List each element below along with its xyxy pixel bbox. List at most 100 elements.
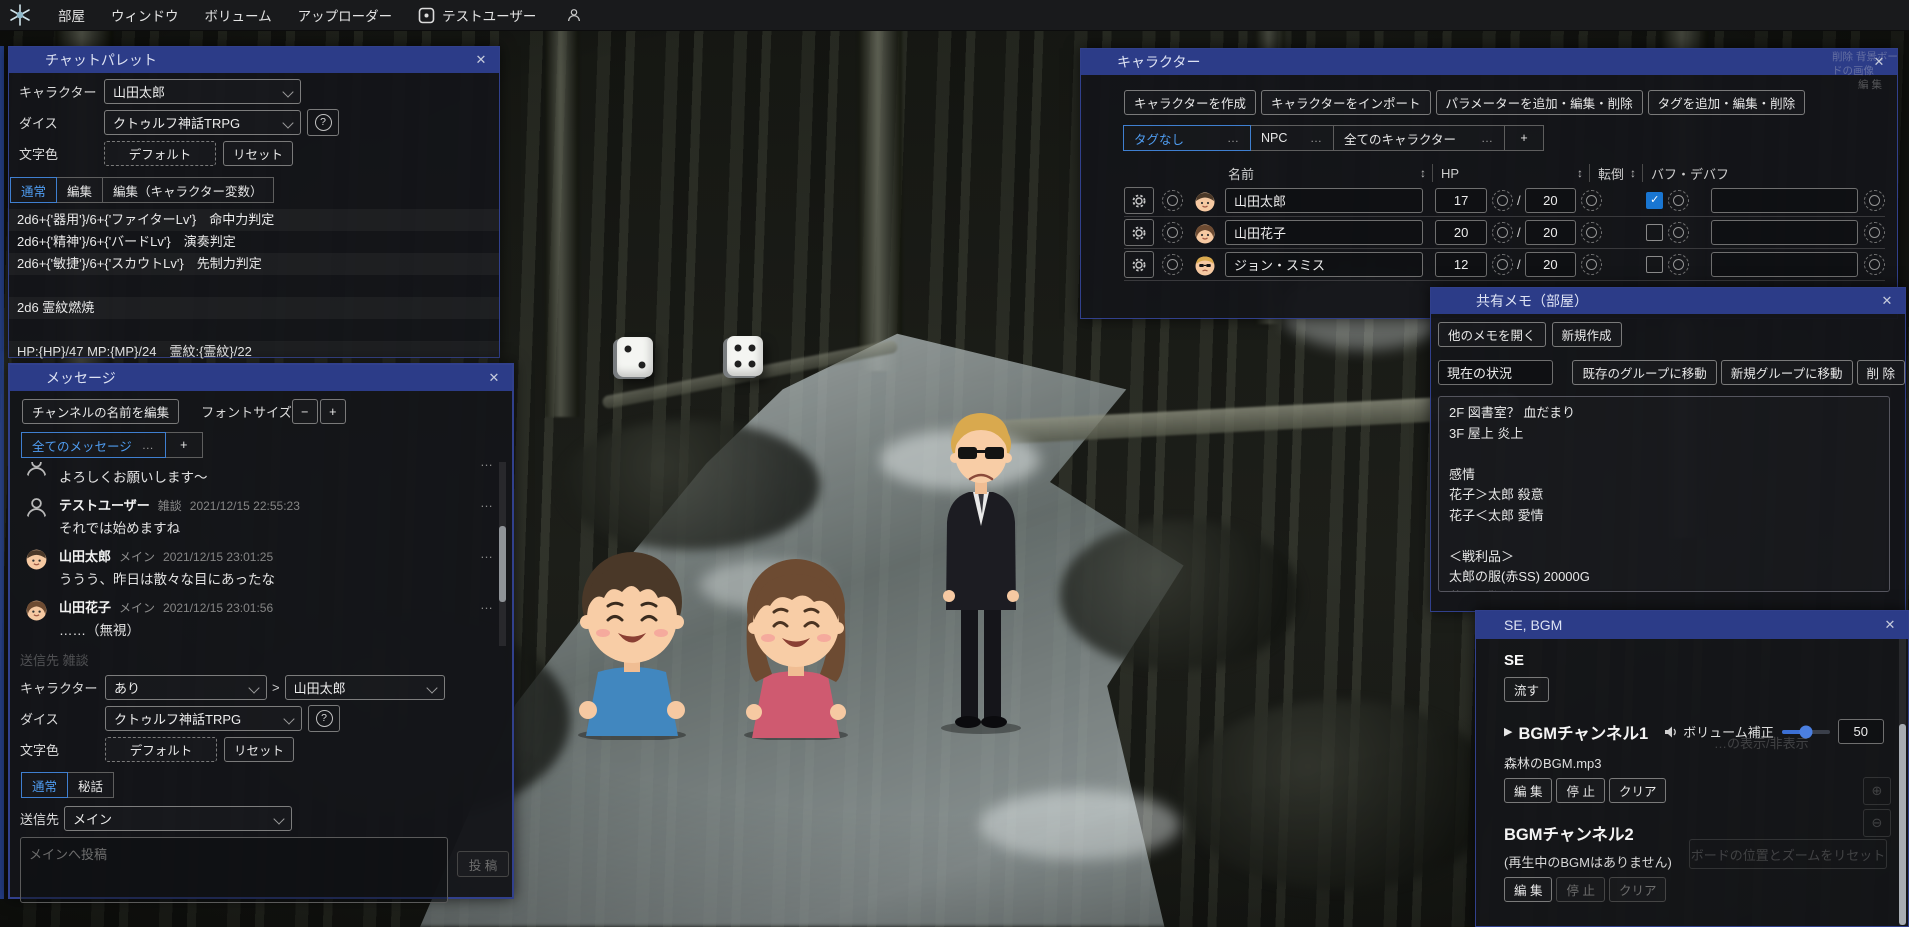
close-icon[interactable] bbox=[486, 370, 502, 386]
move-to-existing-group-button[interactable]: 既存のグループに移動 bbox=[1572, 360, 1716, 385]
buff-field[interactable] bbox=[1711, 188, 1858, 213]
se-play-button[interactable]: 流す bbox=[1504, 677, 1549, 702]
visibility-icon[interactable] bbox=[1581, 254, 1602, 275]
dice-token[interactable] bbox=[727, 336, 763, 376]
add-tab-button[interactable]: + bbox=[1504, 125, 1544, 151]
memo-body[interactable]: 2F 図書室？ 血だまり 3F 屋上 炎上 感情 花子＞太郎 殺意 花子＜太郎 … bbox=[1438, 396, 1890, 592]
ghost-board-reset-button[interactable]: ボードの位置とズームをリセット bbox=[1689, 839, 1887, 869]
import-character-button[interactable]: キャラクターをインポート bbox=[1261, 90, 1431, 115]
tab-menu-icon[interactable]: … bbox=[142, 438, 155, 452]
token-girl[interactable] bbox=[718, 548, 874, 740]
visibility-icon[interactable] bbox=[1581, 190, 1602, 211]
menu-room[interactable]: 部屋 bbox=[58, 5, 85, 25]
volume-value-field[interactable]: 50 bbox=[1838, 719, 1884, 744]
message-menu-icon[interactable]: … bbox=[480, 597, 494, 639]
audio-header[interactable]: SE, BGM bbox=[1476, 611, 1908, 639]
create-character-button[interactable]: キャラクターを作成 bbox=[1124, 90, 1256, 115]
move-to-new-group-button[interactable]: 新規グループに移動 bbox=[1721, 360, 1853, 385]
font-size-decrease-button[interactable]: − bbox=[292, 399, 318, 424]
user-icon[interactable] bbox=[566, 7, 582, 23]
visibility-icon[interactable] bbox=[1492, 190, 1513, 211]
edit-channel-name-button[interactable]: チャンネルの名前を編集 bbox=[22, 399, 179, 424]
visibility-icon[interactable] bbox=[1668, 190, 1689, 211]
menu-user[interactable]: テストユーザー bbox=[442, 5, 536, 25]
palette-line[interactable] bbox=[9, 319, 499, 341]
new-memo-button[interactable]: 新規作成 bbox=[1552, 322, 1622, 347]
menu-uploader[interactable]: アップローダー bbox=[298, 5, 393, 25]
column-name[interactable]: 名前 bbox=[1228, 164, 1414, 183]
buff-field[interactable] bbox=[1711, 220, 1858, 245]
visibility-icon[interactable] bbox=[1864, 190, 1885, 211]
bgm1-edit-button[interactable]: 編 集 bbox=[1504, 778, 1552, 803]
sort-icon[interactable] bbox=[1630, 166, 1636, 180]
settings-button[interactable] bbox=[1124, 219, 1154, 246]
default-color-button[interactable]: デフォルト bbox=[104, 141, 216, 166]
column-fallen[interactable]: 転倒 bbox=[1598, 164, 1624, 183]
add-tab-button[interactable]: + bbox=[165, 432, 203, 458]
close-icon[interactable] bbox=[473, 52, 489, 68]
visibility-icon[interactable] bbox=[1668, 254, 1689, 275]
message-menu-icon[interactable]: … bbox=[480, 462, 494, 486]
visibility-icon[interactable] bbox=[1492, 254, 1513, 275]
post-button[interactable]: 投 稿 bbox=[457, 851, 509, 877]
bgm2-stop-button[interactable]: 停 止 bbox=[1556, 877, 1604, 902]
token-boy[interactable] bbox=[552, 540, 712, 740]
tab-npc[interactable]: NPC… bbox=[1250, 125, 1334, 151]
fallen-checkbox[interactable] bbox=[1646, 256, 1663, 273]
bgm2-edit-button[interactable]: 編 集 bbox=[1504, 877, 1552, 902]
palette-line[interactable]: 2d6 霊紋燃焼 bbox=[9, 297, 499, 319]
expand-triangle-icon[interactable]: ▶ bbox=[1504, 725, 1512, 738]
ghost-zoom-in-button[interactable]: ⊕ bbox=[1863, 777, 1891, 805]
palette-line[interactable]: HP:{HP}/47 MP:{MP}/24 霊紋:{霊紋}/22 bbox=[9, 341, 499, 363]
chat-palette-header[interactable]: チャットパレット bbox=[9, 47, 499, 73]
font-size-increase-button[interactable]: + bbox=[320, 399, 346, 424]
palette-line[interactable]: 2d6+{'精神'}/6+{'バードLv'} 演奏判定 bbox=[9, 231, 499, 253]
palette-line[interactable]: 2d6+{'敏捷'}/6+{'スカウトLv'} 先制力判定 bbox=[9, 253, 499, 275]
tab-edit[interactable]: 編集 bbox=[56, 177, 103, 203]
name-field[interactable]: 山田太郎 bbox=[1225, 188, 1423, 213]
hp-current-field[interactable]: 17 bbox=[1435, 188, 1487, 213]
message-list[interactable]: よろしくお願いします～ … テストユーザー雑談2021/12/15 22:55:… bbox=[10, 462, 512, 646]
character-presence-select[interactable]: あり bbox=[105, 675, 267, 700]
chat-input[interactable] bbox=[20, 837, 448, 903]
dice-token[interactable] bbox=[617, 337, 653, 377]
tab-secret[interactable]: 秘話 bbox=[67, 772, 114, 798]
visibility-icon[interactable] bbox=[1162, 190, 1183, 211]
visibility-icon[interactable] bbox=[1162, 222, 1183, 243]
fallen-checkbox[interactable] bbox=[1646, 224, 1663, 241]
buff-field[interactable] bbox=[1711, 252, 1858, 277]
column-buff[interactable]: バフ・デバフ bbox=[1651, 164, 1729, 183]
fallen-checkbox[interactable] bbox=[1646, 192, 1663, 209]
tab-edit-variables[interactable]: 編集（キャラクター変数） bbox=[102, 177, 274, 203]
characters-header[interactable]: キャラクター bbox=[1081, 49, 1897, 75]
settings-button[interactable] bbox=[1124, 251, 1154, 278]
message-scrollbar[interactable] bbox=[499, 462, 506, 646]
visibility-icon[interactable] bbox=[1581, 222, 1602, 243]
message-menu-icon[interactable]: … bbox=[480, 546, 494, 588]
tab-menu-icon[interactable]: … bbox=[1227, 131, 1240, 145]
tab-menu-icon[interactable]: … bbox=[1310, 131, 1323, 145]
close-icon[interactable] bbox=[1879, 293, 1895, 309]
settings-button[interactable] bbox=[1124, 187, 1154, 214]
bgm1-stop-button[interactable]: 停 止 bbox=[1556, 778, 1604, 803]
token-man-in-suit[interactable] bbox=[925, 400, 1037, 736]
hp-current-field[interactable]: 12 bbox=[1435, 252, 1487, 277]
hp-max-field[interactable]: 20 bbox=[1525, 220, 1577, 245]
hp-current-field[interactable]: 20 bbox=[1435, 220, 1487, 245]
palette-line[interactable]: 2d6+{'器用'}/6+{'ファイターLv'} 命中力判定 bbox=[9, 209, 499, 231]
visibility-icon[interactable] bbox=[1492, 222, 1513, 243]
menu-window[interactable]: ウィンドウ bbox=[111, 5, 179, 25]
tab-menu-icon[interactable]: … bbox=[1481, 131, 1494, 145]
edit-parameters-button[interactable]: パラメーターを追加・編集・削除 bbox=[1436, 90, 1643, 115]
sort-icon[interactable] bbox=[1577, 166, 1583, 180]
audio-scrollbar[interactable] bbox=[1899, 639, 1906, 925]
dice-help-button[interactable]: ? bbox=[308, 705, 340, 732]
default-color-button[interactable]: デフォルト bbox=[105, 737, 217, 762]
reset-color-button[interactable]: リセット bbox=[223, 141, 293, 166]
memo-name-field[interactable]: 現在の状況 bbox=[1438, 360, 1553, 385]
sort-icon[interactable] bbox=[1420, 166, 1426, 180]
name-field[interactable]: ジョン・スミス bbox=[1225, 252, 1423, 277]
visibility-icon[interactable] bbox=[1864, 222, 1885, 243]
destination-select[interactable]: メイン bbox=[64, 806, 292, 831]
visibility-icon[interactable] bbox=[1668, 222, 1689, 243]
